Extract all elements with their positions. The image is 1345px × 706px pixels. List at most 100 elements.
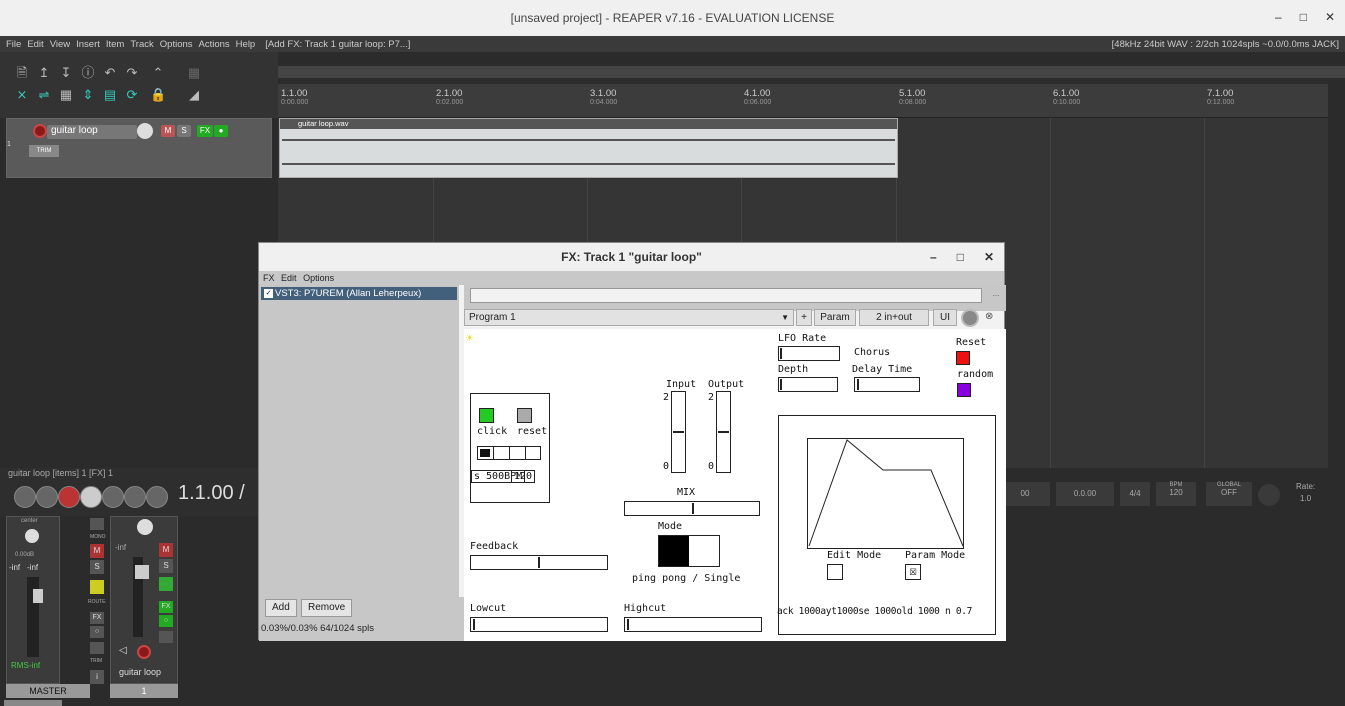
bypass-icon[interactable]: ⊗ <box>985 311 993 322</box>
menu-track[interactable]: Track <box>130 39 153 50</box>
fx-window-titlebar[interactable]: FX: Track 1 "guitar loop" – □ ✕ <box>259 243 1004 271</box>
track-phase-icon[interactable] <box>159 577 173 591</box>
trim-button[interactable]: TRIM <box>29 145 59 157</box>
track-fx-button[interactable]: FX <box>159 601 173 613</box>
go-start-button[interactable] <box>14 486 36 508</box>
mixer-tab[interactable] <box>4 700 62 706</box>
new-project-icon[interactable]: 🗎 <box>14 66 30 80</box>
click-button[interactable] <box>479 408 494 423</box>
feedback-slider[interactable] <box>470 555 608 570</box>
vertical-scrollbar[interactable] <box>1328 118 1345 458</box>
envelope-graph[interactable] <box>807 438 965 550</box>
bpm-box[interactable]: BPM 120 <box>1156 482 1196 506</box>
bpm-value-box[interactable]: 120 <box>511 470 536 483</box>
track-1-header[interactable]: guitar loop M S FX ● 1 TRIM <box>6 118 272 178</box>
fx-bypass-button[interactable]: ● <box>214 125 228 137</box>
speaker-icon[interactable]: ◁ <box>119 645 127 656</box>
master-solo-button[interactable]: S <box>90 560 104 574</box>
add-preset-button[interactable]: + <box>796 309 812 326</box>
minimize-icon[interactable]: – <box>1275 10 1282 24</box>
track-env-icon[interactable] <box>159 631 173 643</box>
media-item[interactable]: guitar loop.wav <box>279 118 898 178</box>
ui-button[interactable]: UI <box>933 309 957 326</box>
fx-enable-checkbox[interactable]: ✓ <box>264 289 273 298</box>
master-info-icon[interactable]: i <box>90 670 104 684</box>
menu-help[interactable]: Help <box>236 39 256 50</box>
position-display[interactable]: 1.1.00 / <box>178 482 245 505</box>
depth-slider[interactable] <box>778 377 838 392</box>
menu-actions[interactable]: Actions <box>199 39 230 50</box>
auto-crossfade-icon[interactable]: ⇕ <box>80 88 96 102</box>
preset-menu-button[interactable]: ... <box>988 289 1004 303</box>
output-slider[interactable] <box>716 391 731 473</box>
loop-icon[interactable]: ⟳ <box>124 88 140 102</box>
fx-close-icon[interactable]: ✕ <box>984 243 994 271</box>
preset-name-input[interactable] <box>470 288 982 303</box>
metronome-icon[interactable]: ⌃ <box>150 66 166 80</box>
master-mute-button[interactable]: M <box>90 544 104 558</box>
menu-options[interactable]: Options <box>160 39 193 50</box>
fx-menu-fx[interactable]: FX <box>263 273 275 283</box>
timeline-ruler[interactable]: 1.1.00 0:00.000 2.1.00 0:02.000 3.1.00 0:04… <box>278 84 1328 118</box>
mix-slider[interactable] <box>624 501 760 516</box>
stop-button[interactable] <box>124 486 146 508</box>
fx-maximize-icon[interactable]: □ <box>957 243 964 271</box>
snap-grid-icon[interactable]: ▦ <box>58 88 74 102</box>
track-name[interactable]: guitar loop <box>47 125 137 139</box>
redo-icon[interactable]: ↷ <box>124 66 140 80</box>
delay-time-slider[interactable] <box>854 377 920 392</box>
master-route-button[interactable]: ROUTE <box>88 599 106 605</box>
track-fader[interactable] <box>135 565 149 579</box>
ripple-icon[interactable]: ⨯ <box>14 88 30 102</box>
fx-menu-edit[interactable]: Edit <box>281 273 297 283</box>
program-select[interactable]: Program 1 ▼ <box>464 309 794 326</box>
master-env-icon[interactable] <box>90 642 104 654</box>
fx-minimize-icon[interactable]: – <box>930 243 937 271</box>
master-fx-bypass-icon[interactable]: ○ <box>90 626 104 638</box>
master-fader[interactable] <box>33 589 43 603</box>
record-arm-button[interactable] <box>33 124 47 138</box>
master-phase-icon[interactable] <box>90 580 104 594</box>
master-pan-knob[interactable] <box>25 529 39 543</box>
lfo-rate-slider[interactable] <box>778 346 840 361</box>
maximize-icon[interactable]: □ <box>1300 10 1307 24</box>
reset-button[interactable] <box>956 351 970 365</box>
wet-knob[interactable] <box>961 309 979 327</box>
master-trim-button[interactable]: TRIM <box>90 658 102 664</box>
track-pan-knob[interactable] <box>137 519 153 535</box>
play-button[interactable] <box>80 486 102 508</box>
random-button[interactable] <box>957 383 971 397</box>
global-automation-button[interactable]: GLOBAL OFF <box>1206 482 1252 506</box>
loop-toggle-button[interactable] <box>102 486 124 508</box>
fx-button[interactable]: FX <box>197 125 213 137</box>
fx-chain-list[interactable]: ✓ VST3: P7UREM (Allan Leherpeux) <box>259 285 459 597</box>
menu-item[interactable]: Item <box>106 39 124 50</box>
lock-icon[interactable]: 🔒 <box>150 88 166 102</box>
mode-switch[interactable] <box>658 535 720 567</box>
reset-tempo-button[interactable] <box>517 408 532 423</box>
fx-menu-options[interactable]: Options <box>303 273 334 283</box>
close-icon[interactable]: ✕ <box>1325 10 1335 24</box>
info-icon[interactable]: ⓘ <box>80 66 96 80</box>
open-project-icon[interactable]: ↥ <box>36 66 52 80</box>
io-button[interactable]: 2 in+out <box>859 309 929 326</box>
link-icon[interactable]: ⇌ <box>36 88 52 102</box>
record-button[interactable] <box>58 486 80 508</box>
time-signature[interactable]: 4/4 <box>1120 482 1150 506</box>
fx-chain-item[interactable]: ✓ VST3: P7UREM (Allan Leherpeux) <box>261 287 457 300</box>
save-project-icon[interactable]: ↧ <box>58 66 74 80</box>
mono-icon[interactable] <box>90 518 104 530</box>
grid-icon[interactable]: ▦ <box>186 66 202 80</box>
input-slider[interactable] <box>671 391 686 473</box>
add-fx-button[interactable]: Add <box>265 599 297 617</box>
param-mode-checkbox[interactable]: ☒ <box>905 564 921 580</box>
track-record-arm-icon[interactable] <box>137 645 151 659</box>
highcut-slider[interactable] <box>624 617 762 632</box>
cursor-icon[interactable]: ◢ <box>186 88 202 102</box>
envelope-params[interactable]: ack 1000ayt1000se 1000old 1000 n 0.7 <box>777 606 972 617</box>
playrate-knob[interactable] <box>1258 484 1280 506</box>
envelope-grid-icon[interactable]: ▤ <box>102 88 118 102</box>
remove-fx-button[interactable]: Remove <box>301 599 353 617</box>
param-button[interactable]: Param <box>814 309 856 326</box>
menu-file[interactable]: File <box>6 39 21 50</box>
